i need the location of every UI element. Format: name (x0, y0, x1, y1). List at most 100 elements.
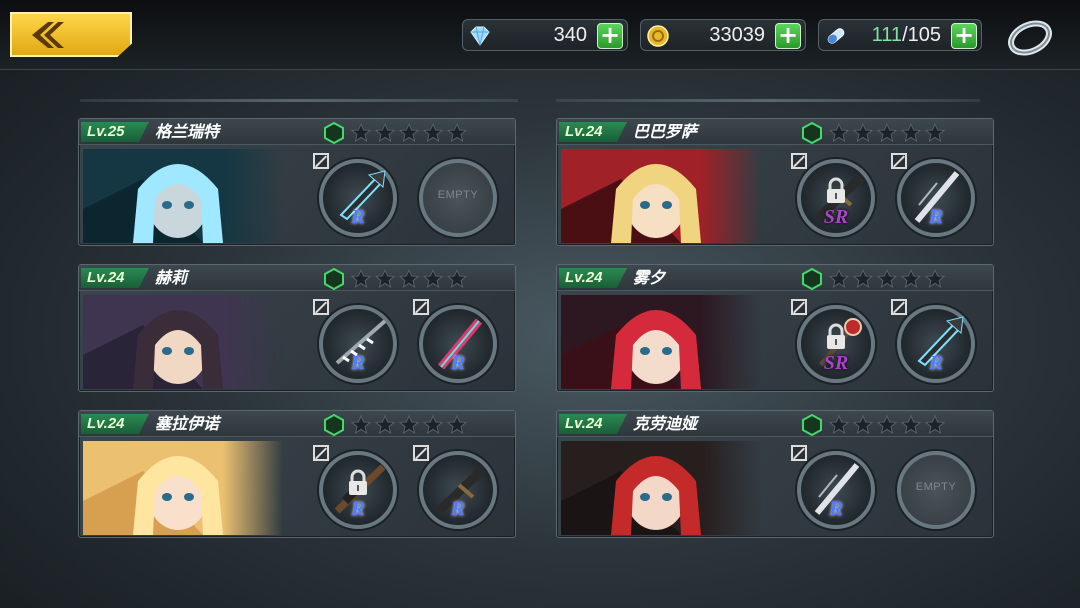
portrait-frame (83, 295, 283, 389)
gold-coin-icon (647, 25, 669, 47)
star-icon (925, 123, 945, 143)
portrait-frame (83, 149, 283, 243)
back-button[interactable] (10, 12, 132, 57)
edit-icon[interactable] (891, 153, 907, 169)
character-name: 赫莉 (155, 268, 188, 287)
character-name: 塞拉伊诺 (155, 414, 220, 433)
star-icon (447, 123, 467, 143)
rarity-label: R (929, 352, 943, 374)
equipment-slot[interactable]: R (313, 153, 397, 237)
edit-icon[interactable] (313, 445, 329, 461)
edit-icon[interactable] (891, 299, 907, 315)
empty-label: EMPTY (437, 189, 479, 201)
star-rating (801, 122, 949, 144)
star-rating (323, 268, 471, 290)
star-icon (829, 415, 849, 435)
star-rating (801, 414, 949, 436)
add-stamina-button[interactable]: + (951, 23, 977, 49)
star-icon (447, 415, 467, 435)
equipment-slot[interactable]: R (891, 153, 975, 237)
equipment-slot[interactable]: R (891, 299, 975, 383)
star-rating (801, 268, 949, 290)
lock-icon (349, 469, 367, 495)
character-card[interactable]: Lv.24 赫莉 R R (78, 264, 516, 392)
level-badge: Lv.25 (81, 122, 149, 142)
star-icon (351, 415, 371, 435)
star-icon (375, 123, 395, 143)
lock-icon (827, 323, 845, 349)
equipment-slot[interactable]: R (413, 445, 497, 529)
edit-icon[interactable] (413, 299, 429, 315)
add-gold-button[interactable]: + (775, 23, 801, 49)
star-icon (399, 415, 419, 435)
character-card[interactable]: Lv.24 塞拉伊诺 R R (78, 410, 516, 538)
card-header: Lv.24 雾夕 (557, 265, 993, 291)
equipment-slot[interactable]: R (791, 445, 875, 529)
equipment-slot[interactable]: R (313, 445, 397, 529)
star-icon (877, 415, 897, 435)
star-icon (853, 415, 873, 435)
rarity-label: R (829, 498, 843, 520)
plus-icon: + (599, 21, 621, 49)
equipment-slot[interactable]: SR (791, 153, 875, 237)
character-card[interactable]: Lv.24 巴巴罗萨 SR R (556, 118, 994, 246)
character-card[interactable]: Lv.24 雾夕 SR R (556, 264, 994, 392)
rank-hexagon-icon (802, 122, 822, 144)
equipment-slot-empty[interactable]: EMPTY (419, 159, 497, 237)
plus-icon: + (777, 21, 799, 49)
edit-icon[interactable] (313, 299, 329, 315)
edit-icon[interactable] (791, 445, 807, 461)
ring-icon[interactable] (1004, 12, 1056, 60)
rarity-label: R (451, 352, 465, 374)
divider (80, 99, 518, 102)
rank-hexagon-icon (802, 268, 822, 290)
star-icon (853, 269, 873, 289)
portrait-frame (561, 295, 761, 389)
rarity-label: R (351, 498, 365, 520)
gold-counter: 33039 + (640, 19, 806, 51)
character-portrait (561, 149, 761, 243)
character-portrait (561, 441, 761, 535)
equipment-slot-empty[interactable]: EMPTY (897, 451, 975, 529)
edit-icon[interactable] (791, 299, 807, 315)
stamina-value: 111/105 (871, 24, 941, 46)
character-name: 巴巴罗萨 (633, 122, 698, 141)
character-portrait (83, 295, 283, 389)
star-icon (447, 269, 467, 289)
character-portrait (561, 295, 761, 389)
edit-icon[interactable] (313, 153, 329, 169)
rarity-label: SR (823, 206, 849, 228)
level-badge: Lv.24 (81, 414, 149, 434)
card-header: Lv.25 格兰瑞特 (79, 119, 515, 145)
rank-hexagon-icon (802, 414, 822, 436)
equipment-slot[interactable]: R (313, 299, 397, 383)
star-icon (877, 269, 897, 289)
character-name: 雾夕 (633, 268, 666, 287)
rank-hexagon-icon (324, 122, 344, 144)
equipment-slot[interactable]: R (413, 299, 497, 383)
stamina-counter: 111/105 + (818, 19, 982, 51)
rank-hexagon-icon (324, 268, 344, 290)
divider (556, 99, 980, 102)
level-badge: Lv.24 (81, 268, 149, 288)
edit-icon[interactable] (791, 153, 807, 169)
add-gems-button[interactable]: + (597, 23, 623, 49)
equipment-slot[interactable]: SR (791, 299, 875, 383)
character-card[interactable]: Lv.24 克劳迪娅 R EMPTY (556, 410, 994, 538)
star-icon (375, 415, 395, 435)
top-bar: 340 + 33039 + 111/105 + (0, 0, 1080, 70)
edit-icon[interactable] (413, 445, 429, 461)
star-icon (853, 123, 873, 143)
level-badge: Lv.24 (559, 122, 627, 142)
gems-value: 340 (553, 24, 587, 46)
card-header: Lv.24 克劳迪娅 (557, 411, 993, 437)
character-card[interactable]: Lv.25 格兰瑞特 R EMPTY (78, 118, 516, 246)
star-icon (901, 415, 921, 435)
rank-hexagon-icon (324, 414, 344, 436)
level-badge: Lv.24 (559, 268, 627, 288)
star-icon (399, 269, 419, 289)
star-icon (829, 123, 849, 143)
character-name: 格兰瑞特 (155, 122, 220, 141)
lock-icon (827, 177, 845, 203)
star-icon (375, 269, 395, 289)
